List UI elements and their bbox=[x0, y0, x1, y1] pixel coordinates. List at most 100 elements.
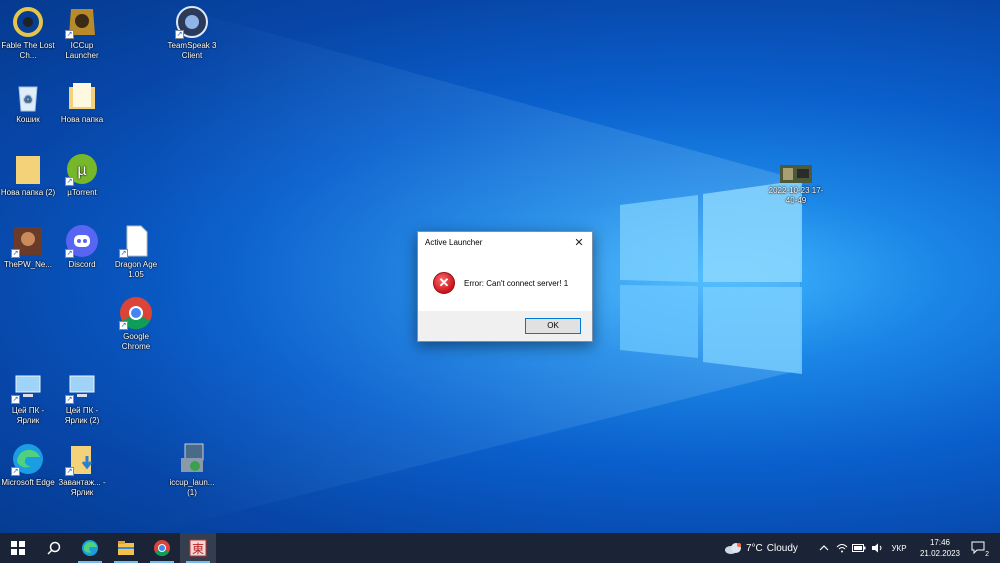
desktop-icon-new-folder-2[interactable]: Нова папка (2) bbox=[0, 152, 56, 198]
desktop-icon-this-pc-2[interactable]: ↗ Цей ПК - Ярлик (2) bbox=[54, 370, 110, 426]
icon-label: Цей ПК - Ярлик bbox=[11, 406, 45, 425]
close-icon[interactable]: ✕ bbox=[566, 232, 592, 254]
shortcut-arrow-icon: ↗ bbox=[65, 395, 74, 404]
taskbar-active-launcher[interactable]: 東 bbox=[180, 533, 216, 563]
dialog-body: ✕ Error: Can't connect server! 1 bbox=[418, 254, 592, 312]
language-label: УКР bbox=[891, 543, 907, 553]
downloads-folder-icon: ↗ bbox=[65, 442, 99, 476]
volume-tray[interactable] bbox=[868, 533, 886, 563]
shortcut-arrow-icon: ↗ bbox=[11, 395, 20, 404]
shortcut-arrow-icon: ↗ bbox=[65, 249, 74, 258]
edge-icon bbox=[82, 540, 98, 556]
icon-label: Нова папка bbox=[60, 115, 104, 124]
desktop-icon-iccup[interactable]: ↗ ICCup Launcher bbox=[54, 5, 110, 61]
desktop-icon-new-folder[interactable]: Нова папка bbox=[54, 79, 110, 125]
ok-button[interactable]: OK bbox=[525, 318, 581, 334]
svg-text:µ: µ bbox=[77, 162, 86, 179]
dialog-footer: OK bbox=[418, 311, 592, 341]
wifi-icon bbox=[836, 544, 848, 553]
chevron-up-icon bbox=[819, 545, 829, 551]
dialog-titlebar[interactable]: Active Launcher ✕ bbox=[418, 232, 592, 254]
icon-label: ICCup Launcher bbox=[65, 41, 99, 60]
desktop-icon-screenshot-file[interactable]: 2022-10-23 17-40-49 bbox=[768, 162, 824, 206]
computer-icon: ↗ bbox=[65, 370, 99, 404]
shortcut-arrow-icon: ↗ bbox=[65, 30, 74, 39]
folder-icon bbox=[65, 79, 99, 113]
shortcut-arrow-icon: ↗ bbox=[119, 321, 128, 330]
discord-icon: ↗ bbox=[65, 224, 99, 258]
dialog-title: Active Launcher bbox=[425, 238, 483, 247]
notification-count: 2 bbox=[985, 551, 989, 558]
iccup-icon: ↗ bbox=[65, 5, 99, 39]
error-dialog: Active Launcher ✕ ✕ Error: Can't connect… bbox=[417, 231, 593, 342]
icon-label: Google Chrome bbox=[121, 332, 151, 351]
installer-icon bbox=[175, 442, 209, 476]
edge-icon: ↗ bbox=[11, 442, 45, 476]
desktop-icon-edge[interactable]: ↗ Microsoft Edge bbox=[0, 442, 56, 488]
shortcut-arrow-icon: ↗ bbox=[175, 30, 184, 39]
network-tray[interactable] bbox=[834, 533, 850, 563]
fable-game-icon bbox=[11, 5, 45, 39]
desktop-icon-fable[interactable]: Fable The Lost Ch... bbox=[0, 5, 56, 61]
icon-label: ThePW_Ne... bbox=[3, 260, 52, 269]
icon-label: iccup_laun... (1) bbox=[169, 478, 215, 497]
recycle-bin-icon: ♻ bbox=[11, 79, 45, 113]
shortcut-arrow-icon: ↗ bbox=[11, 467, 20, 476]
svg-text:東: 東 bbox=[192, 542, 204, 556]
desktop-icon-chrome[interactable]: ↗ Google Chrome bbox=[108, 296, 164, 352]
taskbar: 東 7°C Cloudy УКР 17:46 21.02.2023 2 bbox=[0, 533, 1000, 563]
folder-icon bbox=[118, 541, 134, 555]
battery-icon bbox=[852, 544, 866, 552]
desktop-icon-discord[interactable]: ↗ Discord bbox=[54, 224, 110, 270]
document-icon: ↗ bbox=[119, 224, 153, 258]
chrome-icon bbox=[154, 540, 170, 557]
weather-widget[interactable]: 7°C Cloudy bbox=[724, 533, 806, 563]
shortcut-arrow-icon: ↗ bbox=[119, 249, 128, 258]
weather-temp: 7°C bbox=[746, 542, 763, 554]
taskbar-edge[interactable] bbox=[72, 533, 108, 563]
icon-label: Discord bbox=[68, 260, 96, 269]
search-icon bbox=[47, 541, 61, 555]
action-center-button[interactable]: 2 bbox=[966, 533, 992, 563]
game-icon: ↗ bbox=[11, 224, 45, 258]
clock-date: 21.02.2023 bbox=[919, 549, 960, 558]
taskbar-chrome[interactable] bbox=[144, 533, 180, 563]
desktop-icon-this-pc[interactable]: ↗ Цей ПК - Ярлик bbox=[0, 370, 56, 426]
dialog-message: Error: Can't connect server! 1 bbox=[464, 279, 569, 288]
icon-label: Кошик bbox=[16, 115, 40, 124]
battery-tray[interactable] bbox=[850, 533, 868, 563]
taskbar-file-explorer[interactable] bbox=[108, 533, 144, 563]
folder-icon bbox=[11, 152, 45, 186]
desktop-icon-dragon-age[interactable]: ↗ Dragon Age 1.05 bbox=[108, 224, 164, 280]
windows-start-icon bbox=[11, 541, 25, 555]
shortcut-arrow-icon: ↗ bbox=[11, 249, 20, 258]
svg-text:♻: ♻ bbox=[24, 95, 33, 106]
desktop-icon-thepw[interactable]: ↗ ThePW_Ne... bbox=[0, 224, 56, 270]
chrome-icon: ↗ bbox=[119, 296, 153, 330]
desktop-icon-iccup-installer[interactable]: iccup_laun... (1) bbox=[164, 442, 220, 498]
clock-time: 17:46 bbox=[929, 538, 950, 547]
teamspeak-icon: ↗ bbox=[175, 5, 209, 39]
desktop-icon-utorrent[interactable]: µ ↗ µTorrent bbox=[54, 152, 110, 198]
speaker-icon bbox=[872, 543, 882, 553]
search-button[interactable] bbox=[36, 533, 72, 563]
icon-label: Цей ПК - Ярлик (2) bbox=[64, 406, 100, 425]
icon-label: TeamSpeak 3 Client bbox=[167, 41, 217, 60]
shortcut-arrow-icon: ↗ bbox=[65, 467, 74, 476]
weather-condition: Cloudy bbox=[766, 542, 798, 554]
image-thumbnail-icon bbox=[779, 162, 813, 184]
icon-label: µTorrent bbox=[67, 188, 97, 197]
error-icon: ✕ bbox=[433, 272, 455, 294]
icon-label: Завантаж... - Ярлик bbox=[58, 478, 106, 497]
icon-label: Dragon Age 1.05 bbox=[114, 260, 158, 279]
icon-label: Microsoft Edge bbox=[1, 478, 55, 487]
shortcut-arrow-icon: ↗ bbox=[65, 177, 74, 186]
show-hidden-icons-button[interactable] bbox=[816, 533, 832, 563]
clock[interactable]: 17:46 21.02.2023 bbox=[920, 537, 960, 559]
desktop-icon-recycle-bin[interactable]: ♻ Кошик bbox=[0, 79, 56, 125]
desktop-icon-teamspeak[interactable]: ↗ TeamSpeak 3 Client bbox=[164, 5, 220, 61]
icon-label: Нова папка (2) bbox=[0, 188, 56, 197]
language-indicator[interactable]: УКР bbox=[886, 533, 912, 563]
desktop-icon-downloads[interactable]: ↗ Завантаж... - Ярлик bbox=[54, 442, 110, 498]
start-button[interactable] bbox=[0, 533, 36, 563]
